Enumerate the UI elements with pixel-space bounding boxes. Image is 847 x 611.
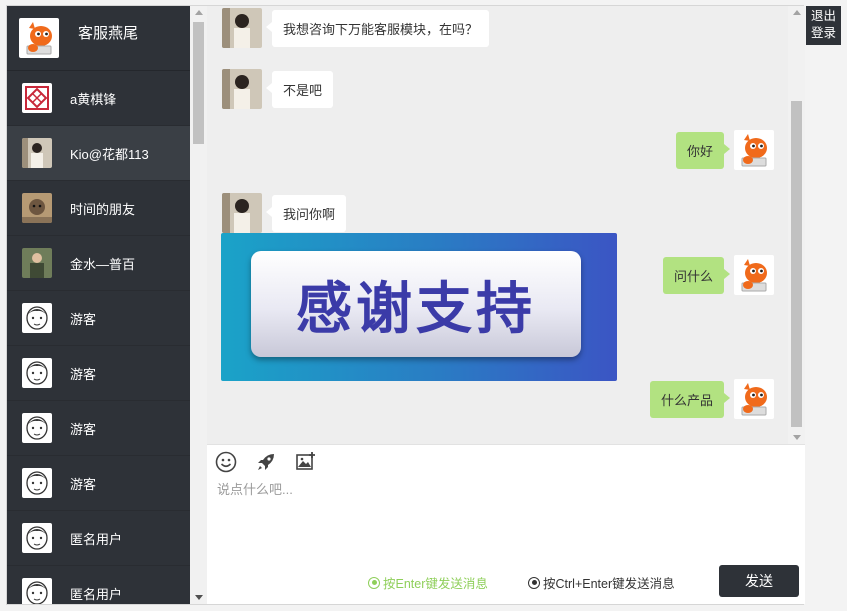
message-bubble: 什么产品: [649, 380, 731, 418]
message-bubble: 你好: [675, 131, 731, 169]
self-avatar: [734, 255, 774, 295]
contact-name: 游客: [70, 476, 97, 492]
contact-avatar: [22, 138, 52, 168]
message-incoming: 我想咨询下万能客服模块，在吗？: [222, 8, 490, 48]
contact-item[interactable]: 游客: [7, 346, 190, 401]
message-bubble: 问什么: [662, 256, 731, 294]
message-input[interactable]: [217, 479, 795, 559]
contact-avatar: [22, 248, 52, 278]
scroll-up-arrow-icon[interactable]: [793, 10, 801, 15]
message-list: 我想咨询下万能客服模块，在吗？ 不是吧 你好 我问你啊 感谢支持 问什么 什么产…: [207, 6, 788, 444]
send-option-ctrl-label: 按Ctrl+Enter键发送消息: [543, 577, 675, 591]
contact-item[interactable]: 游客: [7, 456, 190, 511]
scroll-down-arrow-icon[interactable]: [793, 435, 801, 440]
contact-name: 金水—普百: [70, 256, 136, 272]
guest-avatar: [22, 413, 52, 443]
guest-avatar: [22, 468, 52, 498]
guest-avatar: [22, 578, 52, 604]
image-message-text: 感谢支持: [296, 276, 536, 342]
sender-avatar: [222, 69, 262, 109]
message-bubble: 不是吧: [265, 70, 334, 108]
message-scrollbar[interactable]: [788, 6, 805, 444]
send-option-enter[interactable]: 按Enter键发送消息: [368, 573, 488, 592]
contact-item[interactable]: 时间的朋友: [7, 181, 190, 236]
sender-avatar: [222, 193, 262, 233]
image-message-plate: 感谢支持: [251, 251, 581, 357]
emoji-icon[interactable]: [215, 451, 237, 473]
current-user-header: 客服燕尾: [7, 6, 190, 71]
self-avatar: [19, 18, 59, 58]
contact-name: 时间的朋友: [70, 201, 136, 217]
send-button[interactable]: 发送: [719, 565, 799, 597]
message-scroll-thumb[interactable]: [791, 101, 802, 427]
composer-toolbar: [215, 451, 317, 473]
contact-item[interactable]: a黄棋锋: [7, 71, 190, 126]
contact-sidebar: 客服燕尾 a黄棋锋 Kio@花都113 时间的朋友 金水—普百 游客 游客 游客…: [7, 6, 190, 604]
self-name: 客服燕尾: [78, 24, 139, 42]
contact-avatar: [22, 83, 52, 113]
contact-name: 匿名用户: [70, 586, 123, 602]
message-incoming: 我问你啊: [222, 193, 347, 233]
self-avatar: [734, 379, 774, 419]
image-upload-icon[interactable]: [295, 451, 317, 473]
sidebar-scroll-thumb[interactable]: [193, 22, 204, 144]
guest-avatar: [22, 358, 52, 388]
message-bubble: 我问你啊: [265, 194, 347, 232]
guest-avatar: [22, 523, 52, 553]
sender-avatar: [222, 8, 262, 48]
guest-avatar: [22, 303, 52, 333]
contact-item[interactable]: 匿名用户: [7, 511, 190, 566]
message-outgoing: 问什么: [662, 255, 774, 295]
contact-item[interactable]: 匿名用户: [7, 566, 190, 604]
contact-name: 游客: [70, 311, 97, 327]
send-option-enter-label: 按Enter键发送消息: [383, 577, 488, 591]
logout-button[interactable]: 退出 登录: [806, 6, 841, 45]
message-incoming: 不是吧: [222, 69, 334, 109]
message-outgoing: 你好: [675, 130, 774, 170]
self-avatar: [734, 130, 774, 170]
contact-avatar: [22, 193, 52, 223]
sidebar-scrollbar[interactable]: [190, 6, 207, 604]
contact-name: 匿名用户: [70, 531, 123, 547]
radio-icon[interactable]: [528, 576, 540, 589]
logout-label-line2: 登录: [810, 26, 836, 40]
contact-name: Kio@花都113: [70, 146, 149, 162]
message-composer: 按Enter键发送消息 按Ctrl+Enter键发送消息 发送: [207, 444, 805, 604]
contact-item[interactable]: 游客: [7, 401, 190, 456]
radio-selected-icon[interactable]: [368, 576, 380, 589]
send-option-ctrl-enter[interactable]: 按Ctrl+Enter键发送消息: [528, 573, 675, 592]
message-outgoing: 什么产品: [649, 379, 774, 419]
scroll-down-arrow-icon[interactable]: [195, 595, 203, 600]
contact-name: 游客: [70, 366, 97, 382]
image-message[interactable]: 感谢支持: [221, 233, 617, 381]
contact-name: a黄棋锋: [70, 91, 117, 107]
scroll-up-arrow-icon[interactable]: [195, 10, 203, 15]
contact-name: 游客: [70, 421, 97, 437]
contact-item-active[interactable]: Kio@花都113: [7, 126, 190, 181]
logout-label-line1: 退出: [810, 9, 836, 23]
chat-app: 客服燕尾 a黄棋锋 Kio@花都113 时间的朋友 金水—普百 游客 游客 游客…: [6, 5, 805, 605]
rocket-icon[interactable]: [255, 451, 277, 473]
message-bubble: 我想咨询下万能客服模块，在吗？: [265, 9, 490, 47]
contact-item[interactable]: 金水—普百: [7, 236, 190, 291]
contact-item[interactable]: 游客: [7, 291, 190, 346]
